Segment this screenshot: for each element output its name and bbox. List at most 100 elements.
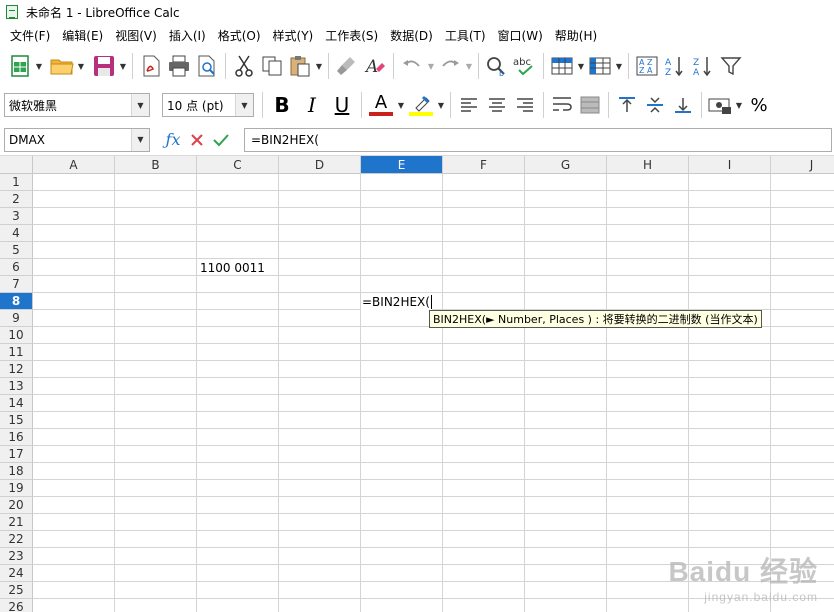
spelling-button[interactable]: abc — [511, 52, 539, 80]
paste-dropdown[interactable]: ▼ — [314, 52, 324, 80]
clone-formatting-button[interactable] — [333, 52, 361, 80]
accept-button[interactable] — [210, 129, 232, 151]
column-header-b[interactable]: B — [115, 156, 197, 174]
save-button[interactable] — [90, 52, 118, 80]
redo-button[interactable] — [436, 52, 464, 80]
autofilter-button[interactable] — [717, 52, 745, 80]
find-replace-button[interactable]: b — [483, 52, 511, 80]
print-button[interactable] — [165, 52, 193, 80]
row-header-19[interactable]: 19 — [0, 480, 33, 497]
row-dropdown[interactable]: ▼ — [576, 52, 586, 80]
menu-format[interactable]: 格式(O) — [212, 27, 267, 44]
row-header-14[interactable]: 14 — [0, 395, 33, 412]
font-color-button[interactable]: A — [366, 90, 396, 120]
row-header-12[interactable]: 12 — [0, 361, 33, 378]
menu-window[interactable]: 窗口(W) — [492, 27, 549, 44]
undo-button[interactable] — [398, 52, 426, 80]
font-color-dropdown[interactable]: ▼ — [396, 91, 406, 119]
cut-button[interactable] — [230, 52, 258, 80]
undo-dropdown[interactable]: ▼ — [426, 52, 436, 80]
row-header-16[interactable]: 16 — [0, 429, 33, 446]
cancel-button[interactable] — [186, 129, 208, 151]
row-header-15[interactable]: 15 — [0, 412, 33, 429]
merge-cells-button[interactable] — [576, 91, 604, 119]
cell-e8-editing[interactable]: =BIN2HEX( — [361, 293, 432, 310]
align-left-button[interactable] — [455, 91, 483, 119]
menu-tools[interactable]: 工具(T) — [439, 27, 492, 44]
new-dropdown[interactable]: ▼ — [34, 52, 44, 80]
row-header-2[interactable]: 2 — [0, 191, 33, 208]
row-header-17[interactable]: 17 — [0, 446, 33, 463]
open-dropdown[interactable]: ▼ — [76, 52, 86, 80]
export-pdf-button[interactable] — [137, 52, 165, 80]
row-header-23[interactable]: 23 — [0, 548, 33, 565]
chevron-down-icon[interactable]: ▼ — [131, 94, 149, 116]
menu-data[interactable]: 数据(D) — [384, 27, 439, 44]
font-size-combo[interactable]: 10 点 (pt) ▼ — [162, 93, 254, 117]
row-header-10[interactable]: 10 — [0, 327, 33, 344]
clear-formatting-button[interactable]: A — [361, 52, 389, 80]
column-header-d[interactable]: D — [279, 156, 361, 174]
row-header-26[interactable]: 26 — [0, 599, 33, 612]
row-header-25[interactable]: 25 — [0, 582, 33, 599]
underline-button[interactable]: U — [327, 90, 357, 120]
copy-button[interactable] — [258, 52, 286, 80]
sort-button[interactable]: A ZZ A — [633, 52, 661, 80]
align-right-button[interactable] — [511, 91, 539, 119]
row-header-24[interactable]: 24 — [0, 565, 33, 582]
name-box[interactable]: DMAX ▼ — [4, 127, 150, 152]
row-header-1[interactable]: 1 — [0, 174, 33, 191]
column-header-h[interactable]: H — [607, 156, 689, 174]
open-button[interactable] — [48, 52, 76, 80]
column-header-e[interactable]: E — [361, 156, 443, 174]
align-bottom-button[interactable] — [669, 91, 697, 119]
print-preview-button[interactable] — [193, 52, 221, 80]
new-spreadsheet-button[interactable] — [6, 52, 34, 80]
align-middle-button[interactable] — [641, 91, 669, 119]
menu-file[interactable]: 文件(F) — [4, 27, 56, 44]
column-button[interactable] — [586, 52, 614, 80]
align-center-button[interactable] — [483, 91, 511, 119]
number-format-dropdown[interactable]: ▼ — [734, 91, 744, 119]
wrap-text-button[interactable] — [548, 91, 576, 119]
cell-c6[interactable]: 1100 0011 — [198, 259, 280, 276]
menu-help[interactable]: 帮助(H) — [549, 27, 603, 44]
formula-input[interactable]: =BIN2HEX( — [244, 127, 832, 152]
select-all-corner[interactable] — [0, 156, 33, 174]
column-header-c[interactable]: C — [197, 156, 279, 174]
redo-dropdown[interactable]: ▼ — [464, 52, 474, 80]
bold-button[interactable]: B — [267, 90, 297, 120]
row-header-13[interactable]: 13 — [0, 378, 33, 395]
align-top-button[interactable] — [613, 91, 641, 119]
function-wizard-button[interactable]: ƒx — [162, 129, 184, 151]
font-name-combo[interactable]: 微软雅黑 ▼ — [4, 93, 150, 117]
highlight-color-dropdown[interactable]: ▼ — [436, 91, 446, 119]
column-dropdown[interactable]: ▼ — [614, 52, 624, 80]
menu-edit[interactable]: 编辑(E) — [56, 27, 109, 44]
column-header-f[interactable]: F — [443, 156, 525, 174]
row-header-8[interactable]: 8 — [0, 293, 33, 310]
row-button[interactable] — [548, 52, 576, 80]
save-dropdown[interactable]: ▼ — [118, 52, 128, 80]
menu-sheet[interactable]: 工作表(S) — [319, 27, 384, 44]
number-format-currency-button[interactable] — [706, 91, 734, 119]
paste-button[interactable] — [286, 52, 314, 80]
menu-styles[interactable]: 样式(Y) — [267, 27, 320, 44]
row-header-11[interactable]: 11 — [0, 344, 33, 361]
row-header-6[interactable]: 6 — [0, 259, 33, 276]
menu-view[interactable]: 视图(V) — [109, 27, 163, 44]
row-header-3[interactable]: 3 — [0, 208, 33, 225]
row-header-18[interactable]: 18 — [0, 463, 33, 480]
chevron-down-icon[interactable]: ▼ — [235, 94, 253, 116]
column-header-i[interactable]: I — [689, 156, 771, 174]
chevron-down-icon[interactable]: ▼ — [131, 128, 149, 151]
row-header-20[interactable]: 20 — [0, 497, 33, 514]
column-header-g[interactable]: G — [525, 156, 607, 174]
italic-button[interactable]: I — [297, 90, 327, 120]
percent-button[interactable]: % — [744, 90, 774, 120]
sort-ascending-button[interactable]: AZ — [661, 52, 689, 80]
cell-area[interactable] — [33, 174, 834, 612]
column-header-j[interactable]: J — [771, 156, 834, 174]
sort-descending-button[interactable]: ZA — [689, 52, 717, 80]
row-header-5[interactable]: 5 — [0, 242, 33, 259]
